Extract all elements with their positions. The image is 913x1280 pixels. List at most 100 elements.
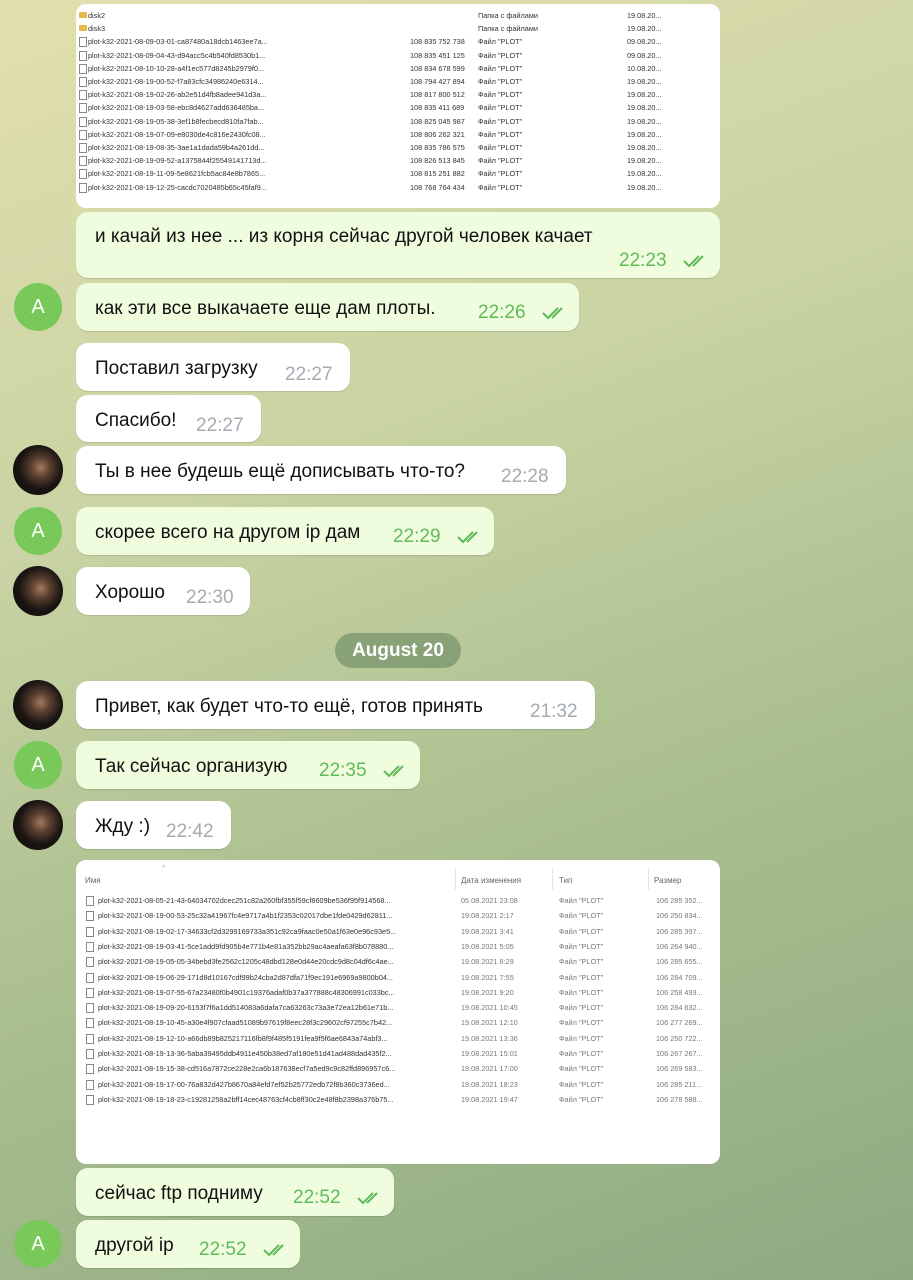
- file-name: plot-k32-2021-08-19-02-17-34633cf2d32991…: [98, 926, 397, 936]
- file-row[interactable]: disk2 Папка с файлами 19.08.20...: [76, 10, 720, 23]
- avatar[interactable]: [13, 800, 63, 850]
- message-bubble[interactable]: Жду :) 22:42: [76, 801, 231, 849]
- file-name: plot-k32-2021-08-19-00-52-f7a83cfc349862…: [88, 77, 264, 86]
- file-row[interactable]: plot-k32-2021-08-19-05-05-34bebd3fe2562c…: [76, 956, 720, 971]
- message-bubble[interactable]: скорее всего на другом ip дам 22:29: [76, 507, 494, 555]
- file-name: disk3: [88, 24, 106, 34]
- file-row[interactable]: plot-k32-2021-08-19-15-38-cd516a7872ce22…: [76, 1063, 720, 1078]
- file-row[interactable]: plot-k32-2021-08-19-02-17-34633cf2d32991…: [76, 926, 720, 941]
- file-row[interactable]: plot-k32-2021-08-19-02-26-ab2e51d4fb8ade…: [76, 89, 720, 102]
- column-name[interactable]: Имя: [85, 876, 101, 885]
- file-row[interactable]: plot-k32-2021-08-19-05-38-3ef1b8fecbecd8…: [76, 116, 720, 129]
- file-size: 106 267 267...: [656, 1049, 703, 1058]
- file-row[interactable]: plot-k32-2021-08-10-10-28-a4f1ec577d8245…: [76, 63, 720, 76]
- message-text: скорее всего на другом ip дам: [95, 522, 361, 543]
- message-time: 22:26: [478, 302, 526, 323]
- file-icon: [86, 1064, 94, 1075]
- file-row[interactable]: plot-k32-2021-08-19-07-09-e8030de4c816e2…: [76, 129, 720, 142]
- file-name: plot-k32-2021-08-19-17-00-76a832d427b867…: [98, 1079, 390, 1089]
- message-bubble[interactable]: Спасибо! 22:27: [76, 395, 261, 442]
- file-row[interactable]: plot-k32-2021-08-19-03-58-ebc8d4627add63…: [76, 102, 720, 115]
- file-row[interactable]: plot-k32-2021-08-19-13-36-5aba39495ddb49…: [76, 1048, 720, 1063]
- file-date: 19.08.2021 5:05: [461, 941, 514, 951]
- message-bubble[interactable]: как эти все выкачаете еще дам плоты. 22:…: [76, 283, 579, 331]
- file-type: Файл "PLOT": [559, 1079, 604, 1089]
- file-type: Файл "PLOT": [478, 143, 523, 152]
- avatar[interactable]: A: [14, 283, 62, 331]
- file-size: 106 250 834...: [656, 911, 703, 921]
- file-icon: [79, 50, 87, 61]
- file-row[interactable]: plot-k32-2021-08-19-11-09-5e8621fcb5ac84…: [76, 168, 720, 181]
- message-bubble[interactable]: Так сейчас организую 22:35: [76, 741, 420, 789]
- message-text: Так сейчас организую: [95, 756, 288, 777]
- file-list-screenshot-1[interactable]: disk2 Папка с файлами 19.08.20... disk3 Папк…: [76, 4, 720, 208]
- file-row[interactable]: plot-k32-2021-08-09-04-43-d94acc5c4b540f…: [76, 50, 720, 63]
- file-name: plot-k32-2021-08-19-11-09-5e8621fcb5ac84…: [88, 169, 266, 179]
- file-type: Файл "PLOT": [559, 972, 604, 982]
- file-size: 108 817 800 512: [410, 90, 465, 100]
- avatar[interactable]: A: [14, 741, 62, 789]
- file-name: plot-k32-2021-08-19-07-55-67a23480f0b490…: [98, 987, 395, 997]
- file-date: 05.08.2021 23:08: [461, 896, 518, 905]
- file-date: 19.08.20...: [627, 77, 662, 86]
- file-row[interactable]: plot-k32-2021-08-05-21-43-64034702dcec25…: [76, 895, 720, 910]
- file-name: plot-k32-2021-08-19-09-52-a1375844f25549…: [88, 156, 267, 166]
- file-type: Папка с файлами: [478, 24, 538, 34]
- message-text: другой ip: [95, 1235, 174, 1256]
- file-row[interactable]: plot-k32-2021-08-19-10-45-a30e4f907cfaad…: [76, 1017, 720, 1032]
- message-bubble[interactable]: сейчас ftp подниму 22:52: [76, 1168, 394, 1216]
- file-icon: [79, 129, 87, 140]
- avatar[interactable]: A: [14, 1220, 62, 1268]
- file-row[interactable]: plot-k32-2021-08-19-18-23-c19281258a2bff…: [76, 1094, 720, 1109]
- file-row[interactable]: plot-k32-2021-08-19-00-53-25c32a41967fc4…: [76, 910, 720, 925]
- file-row[interactable]: disk3 Папка с файлами 19.08.20...: [76, 23, 720, 36]
- message-bubble[interactable]: Привет, как будет что-то ещё, готов прин…: [76, 681, 595, 729]
- file-list-screenshot-2[interactable]: ^ Имя Дата изменения Тип Размер plot-k32…: [76, 860, 720, 1164]
- file-row[interactable]: plot-k32-2021-08-19-08-35-3ae1a1dada59b4…: [76, 142, 720, 155]
- file-icon: [79, 116, 87, 127]
- file-icon: [79, 169, 87, 180]
- message-text: как эти все выкачаете еще дам плоты.: [95, 298, 436, 319]
- file-size: 106 278 588...: [656, 1094, 703, 1104]
- file-size: 108 835 752 738: [410, 37, 465, 47]
- file-icon: [86, 972, 94, 983]
- file-name: plot-k32-2021-08-19-03-58-ebc8d4627add63…: [88, 103, 265, 113]
- message-bubble[interactable]: Поставил загрузку 22:27: [76, 343, 350, 391]
- file-date: 19.08.2021 18:23: [461, 1079, 518, 1089]
- avatar[interactable]: [13, 445, 63, 495]
- file-row[interactable]: plot-k32-2021-08-19-06-29-171d8d10167cdf…: [76, 972, 720, 987]
- file-date: 09.08.20...: [627, 50, 662, 60]
- file-date: 09.08.20...: [627, 37, 662, 47]
- file-date: 19.08.2021 15:01: [461, 1049, 518, 1058]
- file-size: 106 258 493...: [656, 987, 703, 997]
- file-type: Файл "PLOT": [478, 169, 523, 179]
- avatar[interactable]: A: [14, 507, 62, 555]
- column-date[interactable]: Дата изменения: [461, 876, 521, 885]
- file-row[interactable]: plot-k32-2021-08-19-03-41-5ce1add9fd905b…: [76, 941, 720, 956]
- file-date: 19.08.2021 12:10: [461, 1018, 518, 1028]
- file-row[interactable]: plot-k32-2021-08-19-07-55-67a23480f0b490…: [76, 987, 720, 1002]
- message-time: 22:27: [196, 415, 244, 436]
- message-bubble[interactable]: Ты в нее будешь ещё дописывать что-то? 2…: [76, 446, 566, 494]
- message-bubble[interactable]: и качай из нее ... из корня сейчас друго…: [76, 212, 720, 278]
- message-bubble[interactable]: Хорошо 22:30: [76, 567, 250, 615]
- file-size: 108 835 411 689: [410, 103, 465, 113]
- file-row[interactable]: plot-k32-2021-08-19-12-25-cacdc7020485b6…: [76, 182, 720, 195]
- file-row[interactable]: plot-k32-2021-08-09-03-01-ca87480a18dcb1…: [76, 36, 720, 49]
- file-type: Файл "PLOT": [478, 90, 523, 100]
- file-name: plot-k32-2021-08-19-10-45-a30e4f907cfaad…: [98, 1018, 393, 1028]
- file-date: 19.08.20...: [627, 116, 662, 126]
- column-type[interactable]: Тип: [559, 876, 572, 885]
- avatar[interactable]: [13, 680, 63, 730]
- file-row[interactable]: plot-k32-2021-08-19-09-52-a1375844f25549…: [76, 155, 720, 168]
- avatar[interactable]: [13, 566, 63, 616]
- file-date: 19.08.20...: [627, 11, 662, 20]
- file-row[interactable]: plot-k32-2021-08-19-12-10-a66db89b825217…: [76, 1033, 720, 1048]
- file-row[interactable]: plot-k32-2021-08-19-00-52-f7a83cfc349862…: [76, 76, 720, 89]
- file-row[interactable]: plot-k32-2021-08-19-17-00-76a832d427b867…: [76, 1079, 720, 1094]
- file-type: Файл "PLOT": [559, 1003, 604, 1013]
- column-size[interactable]: Размер: [654, 876, 682, 885]
- message-bubble[interactable]: другой ip 22:52: [76, 1220, 300, 1268]
- file-name: plot-k32-2021-08-19-02-26-ab2e51d4fb8ade…: [88, 90, 267, 100]
- file-row[interactable]: plot-k32-2021-08-19-09-20-6153f7f6a1dd51…: [76, 1002, 720, 1017]
